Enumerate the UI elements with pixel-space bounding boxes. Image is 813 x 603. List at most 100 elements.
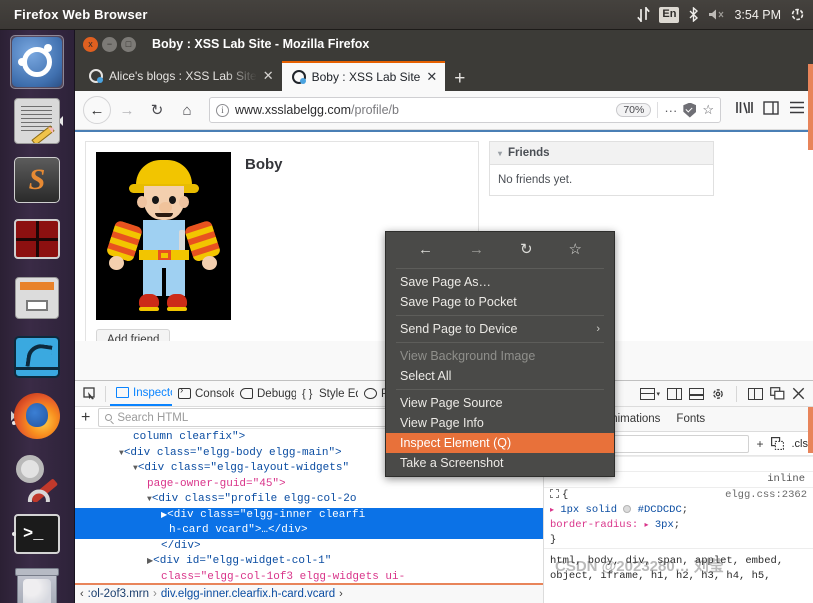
tab-console[interactable]: Console	[172, 381, 234, 406]
tab-inspector[interactable]: Inspector	[110, 381, 172, 406]
add-rule-button[interactable]: +	[756, 437, 763, 451]
rules-list[interactable]: inline elgg.css:2362{ ▸ 1px solid #DCDCD…	[544, 456, 813, 603]
menu-item-view-page-source[interactable]: View Page Source	[386, 393, 614, 413]
launcher-item-ubuntu-dash[interactable]	[10, 35, 64, 89]
back-button[interactable]: ←	[83, 96, 111, 124]
power-gear-icon[interactable]	[790, 7, 805, 22]
page-actions-button[interactable]: ···	[664, 103, 677, 118]
library-icon[interactable]	[735, 100, 753, 120]
window-minimize-button[interactable]: −	[102, 36, 117, 52]
markup-line[interactable]: page-owner-guid="45">	[75, 477, 543, 493]
rule-source-link[interactable]: elgg.css:2362	[725, 488, 807, 503]
responsive-design-mode-icon[interactable]: ▾	[640, 387, 660, 400]
forward-button[interactable]: →	[113, 96, 141, 124]
unity-launcher: S >_	[0, 30, 75, 603]
rule-header[interactable]: elgg.css:2362 {	[544, 487, 813, 503]
tab-alice-blogs[interactable]: Alice's blogs : XSS Lab Site ✕	[79, 61, 282, 91]
launcher-item-firefox[interactable]	[10, 389, 64, 443]
copy-rule-icon[interactable]	[770, 437, 785, 450]
bluetooth-icon[interactable]	[688, 7, 699, 22]
context-bookmark-icon[interactable]: ☆	[569, 240, 582, 258]
add-friend-button[interactable]: Add friend	[96, 329, 171, 341]
add-node-button[interactable]: +	[81, 409, 90, 426]
dock-side-icon[interactable]	[748, 387, 763, 400]
markup-line[interactable]: ▼<div class="profile elgg-col-2o	[75, 492, 543, 508]
toggle-classes-button[interactable]: .cls	[792, 438, 809, 450]
home-button[interactable]: ⌂	[173, 96, 201, 124]
tab-fonts[interactable]: Fonts	[669, 407, 712, 431]
tab-debugger[interactable]: Debugger	[234, 381, 296, 406]
hamburger-menu-icon[interactable]	[789, 101, 805, 119]
window-close-button[interactable]: x	[83, 36, 98, 52]
new-tab-button[interactable]: +	[445, 69, 474, 91]
tab-boby[interactable]: Boby : XSS Lab Site ✕	[281, 61, 446, 91]
expander-icon[interactable]: ▸	[645, 521, 649, 530]
launcher-item-wireshark[interactable]	[10, 330, 64, 384]
menu-item-save-page-as[interactable]: Save Page As…	[386, 272, 614, 292]
menu-item-save-page-to-pocket[interactable]: Save Page to Pocket	[386, 292, 614, 312]
keyboard-layout-indicator[interactable]: En	[659, 6, 680, 23]
markup-line-selected[interactable]: h-card vcard">…</div>	[75, 523, 543, 539]
color-swatch[interactable]	[623, 505, 632, 513]
network-updown-icon[interactable]	[637, 7, 651, 22]
markup-line[interactable]: ▶<div id="elgg-widget-col-1"	[75, 554, 543, 570]
markup-line-selected[interactable]: ▶<div class="elgg-inner clearfi	[75, 507, 543, 524]
friends-widget-header[interactable]: ▾ Friends	[490, 142, 713, 165]
sidebar-icon[interactable]	[763, 100, 779, 120]
menu-item-inspect-element[interactable]: Inspect Element (Q)	[386, 433, 614, 453]
reload-button[interactable]: ↻	[143, 96, 171, 124]
tab-style-editor[interactable]: { } Style Editor	[296, 381, 358, 406]
tracking-protection-icon[interactable]	[683, 102, 697, 118]
tab-close-icon[interactable]: ✕	[426, 69, 437, 85]
tab-label: Console	[195, 387, 234, 400]
window-maximize-button[interactable]: □	[121, 36, 136, 52]
page-scrollbar-indicator[interactable]	[808, 64, 813, 150]
menu-item-view-page-info[interactable]: View Page Info	[386, 413, 614, 433]
close-devtools-icon[interactable]	[792, 387, 805, 400]
declaration-border[interactable]: ▸ 1px solid #DCDCDC;	[544, 503, 813, 518]
menu-item-select-all[interactable]: Select All	[386, 366, 614, 386]
bookmark-star-icon[interactable]: ☆	[702, 102, 714, 118]
profile-avatar-image[interactable]	[96, 152, 231, 320]
settings-gear-icon[interactable]	[711, 387, 725, 401]
launcher-item-terminal-red[interactable]	[10, 212, 64, 266]
tab-label: Boby : XSS Lab Site	[311, 70, 421, 84]
rule-selector-line[interactable]: object, iframe, h1, h2, h3, h4, h5,	[544, 569, 813, 584]
site-info-icon[interactable]: i	[216, 103, 229, 117]
separate-window-icon[interactable]	[770, 387, 785, 400]
breadcrumb-item-parent[interactable]: :ol-2of3.mrn	[88, 588, 149, 600]
launcher-item-terminal[interactable]: >_	[10, 507, 64, 561]
chevron-down-icon[interactable]: ▾	[498, 149, 502, 158]
markup-line[interactable]: class="elgg-col-1of3 elgg-widgets ui-	[75, 570, 543, 583]
menu-item-send-page-to-device[interactable]: Send Page to Device ›	[386, 319, 614, 339]
launcher-item-trash[interactable]	[10, 566, 64, 603]
menu-item-take-a-screenshot[interactable]: Take a Screenshot	[386, 453, 614, 473]
launcher-item-sublime-text[interactable]: S	[10, 153, 64, 207]
breadcrumb-item-current[interactable]: div.elgg-inner.clearfix.h-card.vcard	[161, 588, 335, 600]
rule-selector-line[interactable]: html, body, div, span, applet, embed,	[544, 554, 813, 569]
declaration-border-radius[interactable]: border-radius: ▸ 3px;	[544, 518, 813, 533]
context-forward-icon[interactable]: →	[469, 241, 484, 258]
expander-icon[interactable]: ▸	[550, 506, 554, 515]
markup-line-text: <div class="elgg-body elgg-main">	[123, 446, 342, 459]
launcher-item-text-editor[interactable]	[10, 94, 64, 148]
address-bar[interactable]: i www.xsslabelgg.com/profile/b 70% ··· ☆	[209, 97, 721, 123]
screenshot-icon[interactable]	[689, 387, 704, 400]
scrollbar-indicator[interactable]	[808, 407, 813, 453]
split-console-icon[interactable]	[667, 387, 682, 400]
tab-close-icon[interactable]: ✕	[263, 68, 274, 84]
context-back-icon[interactable]: ←	[418, 241, 433, 258]
context-reload-icon[interactable]: ↻	[520, 240, 533, 258]
element-picker-icon[interactable]	[79, 384, 101, 404]
menu-item-label: View Page Source	[400, 396, 503, 410]
breadcrumb-scroll-left-icon[interactable]: ‹	[80, 588, 84, 600]
volume-muted-icon[interactable]	[708, 8, 725, 21]
clock[interactable]: 3:54 PM	[734, 8, 781, 22]
screen: Firefox Web Browser En 3:54 PM S >_ x − …	[0, 0, 813, 603]
breadcrumb-scroll-right-icon[interactable]: ›	[339, 588, 343, 600]
zoom-level-badge[interactable]: 70%	[616, 103, 652, 117]
menu-item-label: Send Page to Device	[400, 322, 518, 336]
launcher-item-files[interactable]	[10, 271, 64, 325]
markup-line[interactable]: </div>	[75, 539, 543, 555]
launcher-item-system-tools[interactable]	[10, 448, 64, 502]
